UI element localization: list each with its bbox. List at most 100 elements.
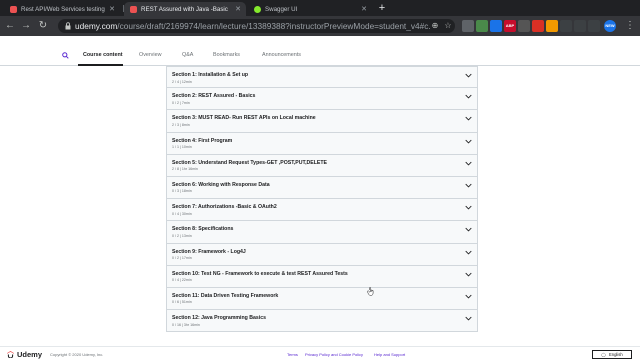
extension-icon[interactable] (574, 20, 586, 32)
chevron-down-icon[interactable] (465, 73, 472, 78)
section-row[interactable]: Section 7: Authorizations -Basic & OAuth… (166, 199, 478, 222)
chevron-down-icon[interactable] (465, 139, 472, 144)
section-row[interactable]: Section 6: Working with Response Data 0 /… (166, 176, 478, 200)
chevron-down-icon[interactable] (465, 94, 472, 99)
copyright-text: Copyright © 2020 Udemy, Inc. (50, 352, 104, 357)
section-row[interactable]: Section 2: REST Assured - Basics 0 / 2 | … (166, 88, 478, 111)
extension-icon[interactable] (518, 20, 530, 32)
section-title: Section 6: Working with Response Data (172, 181, 270, 188)
forward-arrow-icon[interactable]: → (20, 20, 32, 32)
reload-icon[interactable]: ↻ (37, 20, 49, 32)
tab-title: Rest API/Web Services testing (21, 5, 105, 13)
chevron-down-icon[interactable] (465, 205, 472, 210)
active-tab-underline (78, 64, 123, 66)
section-progress: 0 / 4 | 22min (172, 278, 192, 283)
chevron-down-icon[interactable] (465, 316, 472, 321)
swagger-favicon-icon (254, 5, 261, 13)
adblock-icon[interactable]: ABP (504, 20, 516, 32)
section-title: Section 7: Authorizations -Basic & OAuth… (172, 204, 277, 211)
chevron-down-icon[interactable] (465, 116, 472, 121)
privacy-link[interactable]: Privacy Policy and Cookie Policy (305, 352, 363, 357)
close-tab-icon[interactable]: ✕ (109, 5, 115, 13)
section-progress: 0 / 4 | 30min (172, 211, 192, 216)
mouse-cursor-icon (367, 287, 374, 296)
tab-bookmarks[interactable]: Bookmarks (213, 52, 240, 58)
section-progress: 2 / 4 | 12min (172, 79, 192, 84)
back-arrow-icon[interactable]: ← (4, 20, 16, 32)
new-tab-button[interactable]: + (376, 2, 388, 14)
section-row[interactable]: Section 8: Specifications 0 / 2 | 13min (166, 221, 478, 244)
close-tab-icon[interactable]: ✕ (235, 5, 241, 13)
extension-icon[interactable] (588, 20, 600, 32)
help-link[interactable]: Help and Support (374, 352, 405, 357)
tab-overview[interactable]: Overview (139, 52, 161, 58)
udemy-logo-icon (7, 350, 14, 358)
section-progress: 0 / 6 | 51min (172, 300, 192, 305)
browser-tab-3[interactable]: Swagger UI ✕ (248, 2, 372, 16)
url-text: udemy.com/course/draft/2169974/learn/lec… (75, 21, 430, 31)
section-row[interactable]: Section 4: First Program 1 / 1 | 10min (166, 132, 478, 155)
address-bar[interactable]: udemy.com/course/draft/2169974/learn/lec… (58, 19, 455, 33)
language-label: English (608, 352, 623, 357)
close-tab-icon[interactable]: ✕ (361, 5, 367, 13)
course-sections-list: Section 1: Installation & Set up 2 / 4 | … (166, 66, 478, 333)
section-title: Section 11: Data Driven Testing Framewor… (172, 292, 279, 299)
section-title: Section 2: REST Assured - Basics (172, 93, 256, 100)
menu-kebab-icon[interactable]: ⋮ (624, 20, 636, 32)
new-badge-icon[interactable]: NEW (604, 20, 616, 32)
chevron-down-icon[interactable] (465, 272, 472, 277)
section-row[interactable]: Section 9: Framework - Log4J 0 / 2 | 17mi… (166, 243, 478, 266)
browser-window: Rest API/Web Services testing ✕ REST Ass… (0, 0, 640, 360)
tab-title: REST Assured with Java -Basic (141, 5, 228, 13)
section-row[interactable]: Section 5: Understand Request Types-GET … (166, 154, 478, 177)
section-progress: 0 / 16 | 3hr 16min (172, 322, 200, 327)
zoom-icon[interactable]: ⊕ (430, 21, 440, 31)
section-progress: 0 / 2 | 17min (172, 256, 192, 260)
section-row[interactable]: Section 3: MUST READ- Run REST APIs on L… (166, 110, 478, 133)
section-title: Section 3: MUST READ- Run REST APIs on L… (172, 115, 316, 122)
section-title: Section 1: Installation & Set up (172, 72, 249, 78)
chevron-down-icon[interactable] (465, 250, 472, 255)
section-title: Section 9: Framework - Log4J (172, 248, 246, 255)
chevron-down-icon[interactable] (465, 294, 472, 299)
tab-course-content[interactable]: Course content (83, 52, 123, 58)
udemy-logo[interactable]: Udemy (7, 349, 43, 359)
section-title: Section 12: Java Programming Basics (172, 315, 266, 322)
browser-toolbar: ← → ↻ udemy.com/course/draft/2169974/lea… (0, 16, 640, 36)
section-row[interactable]: Section 11: Data Driven Testing Framewor… (166, 287, 478, 311)
section-progress: 0 / 2 | 13min (172, 233, 192, 238)
section-row[interactable]: Section 12: Java Programming Basics 0 / 1… (166, 310, 478, 333)
extension-icon[interactable] (560, 20, 572, 32)
terms-link[interactable]: Terms (287, 352, 298, 357)
section-row[interactable]: Section 10: Test NG - Framework to execu… (166, 265, 478, 288)
tab-strip: Rest API/Web Services testing ✕ REST Ass… (0, 0, 640, 16)
section-title: Section 10: Test NG - Framework to execu… (172, 270, 348, 277)
section-progress: 1 / 1 | 10min (172, 145, 192, 150)
lock-icon (65, 22, 71, 30)
browser-tab-1[interactable]: Rest API/Web Services testing ✕ (4, 2, 120, 16)
star-icon[interactable]: ☆ (443, 21, 453, 31)
section-title: Section 4: First Program (172, 137, 233, 144)
browser-tab-2[interactable]: REST Assured with Java -Basic ✕ (124, 2, 246, 16)
search-icon[interactable] (62, 52, 69, 59)
chevron-down-icon[interactable] (465, 161, 472, 166)
tab-announcements[interactable]: Announcements (262, 52, 301, 58)
section-progress: 2 / 3 | 8min (172, 122, 190, 127)
extension-icon[interactable] (546, 20, 558, 32)
course-tabs: Course content Overview Q&A Bookmarks An… (0, 46, 640, 66)
logo-text: Udemy (17, 349, 43, 359)
extension-icon[interactable] (462, 20, 474, 32)
tab-title: Swagger UI (265, 5, 298, 13)
chevron-down-icon[interactable] (465, 227, 472, 232)
chevron-down-icon[interactable] (465, 183, 472, 188)
section-row[interactable]: Section 1: Installation & Set up 2 / 4 | … (166, 66, 478, 89)
language-button[interactable]: ◯ English (592, 350, 632, 359)
section-progress: 0 / 2 | 7min (172, 100, 190, 105)
extension-icon[interactable] (532, 20, 544, 32)
udemy-favicon-icon (10, 5, 17, 13)
footer: Udemy Copyright © 2020 Udemy, Inc. Terms… (0, 346, 640, 360)
extension-icon[interactable] (476, 20, 488, 32)
udemy-favicon-icon (130, 5, 137, 13)
tab-qa[interactable]: Q&A (182, 52, 193, 58)
extension-icon[interactable] (490, 20, 502, 32)
